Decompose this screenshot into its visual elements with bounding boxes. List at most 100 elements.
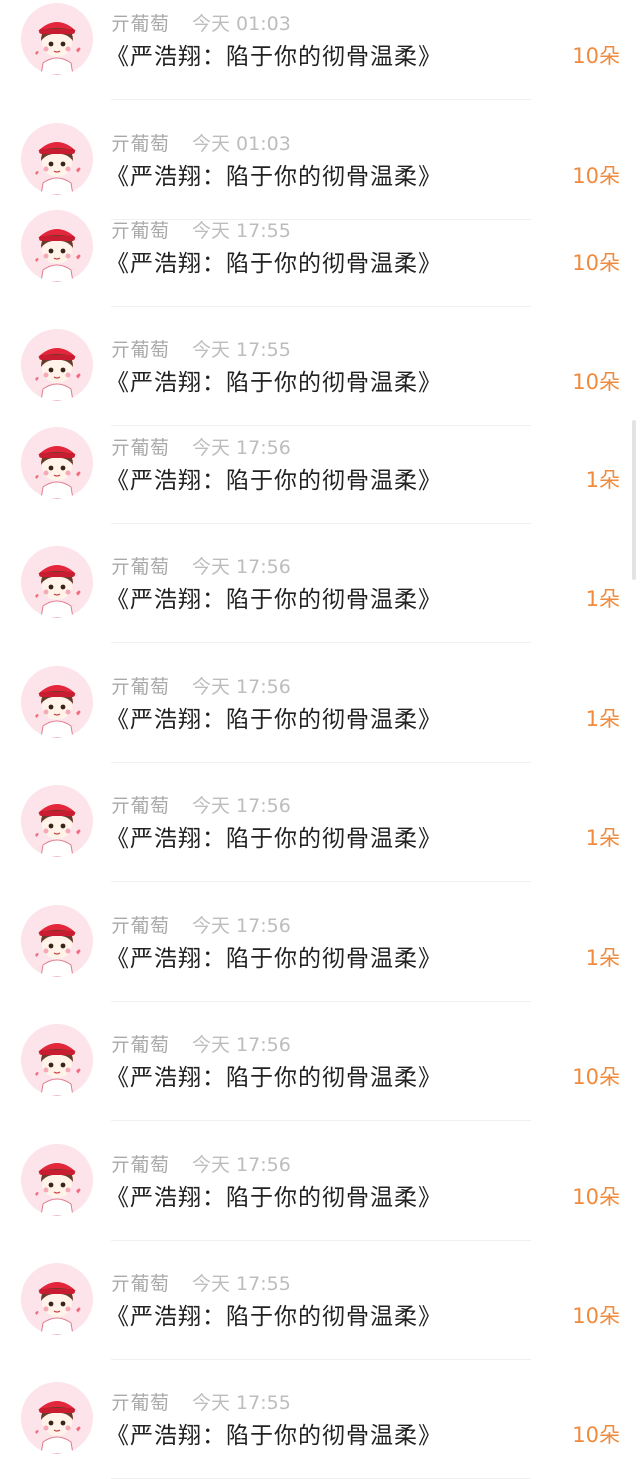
divider (111, 1359, 531, 1360)
work-title: 《严浩翔：陷于你的彻骨温柔》 (106, 1065, 442, 1091)
chibi-avatar-icon (21, 1024, 93, 1096)
gift-record-item[interactable]: 亓葡萄 今天 17:55 《严浩翔：陷于你的彻骨温柔》 10朵 (0, 204, 640, 307)
flower-amount: 10朵 (572, 164, 620, 188)
timestamp: 今天 17:56 (192, 795, 291, 817)
gift-record-item[interactable]: 亓葡萄 今天 17:55 《严浩翔：陷于你的彻骨温柔》 10朵 (0, 323, 640, 426)
sender-name: 亓葡萄 (111, 1154, 170, 1176)
chibi-avatar-icon (21, 427, 93, 499)
chibi-avatar-icon (21, 123, 93, 195)
sender-name: 亓葡萄 (111, 1392, 170, 1414)
divider (111, 881, 531, 882)
gift-record-item[interactable]: 亓葡萄 今天 17:56 《严浩翔：陷于你的彻骨温柔》 10朵 (0, 1018, 640, 1121)
sender-name: 亓葡萄 (111, 220, 170, 242)
work-title: 《严浩翔：陷于你的彻骨温柔》 (106, 1185, 442, 1211)
avatar[interactable] (21, 3, 93, 75)
sender-name: 亓葡萄 (111, 339, 170, 361)
gift-record-item[interactable]: 亓葡萄 今天 17:56 《严浩翔：陷于你的彻骨温柔》 1朵 (0, 540, 640, 643)
work-title: 《严浩翔：陷于你的彻骨温柔》 (106, 370, 442, 396)
avatar[interactable] (21, 785, 93, 857)
avatar[interactable] (21, 905, 93, 977)
timestamp: 今天 17:56 (192, 676, 291, 698)
divider (111, 1240, 531, 1241)
gift-record-item[interactable]: 亓葡萄 今天 17:55 《严浩翔：陷于你的彻骨温柔》 10朵 (0, 1376, 640, 1479)
chibi-avatar-icon (21, 3, 93, 75)
gift-record-item[interactable]: 亓葡萄 今天 01:03 《严浩翔：陷于你的彻骨温柔》 10朵 (0, 117, 640, 220)
flower-amount: 10朵 (572, 251, 620, 275)
chibi-avatar-icon (21, 905, 93, 977)
gift-record-item[interactable]: 亓葡萄 今天 17:56 《严浩翔：陷于你的彻骨温柔》 1朵 (0, 899, 640, 1002)
flower-amount: 1朵 (585, 707, 620, 731)
timestamp: 今天 17:56 (192, 1154, 291, 1176)
timestamp: 今天 17:55 (192, 339, 291, 361)
timestamp: 今天 17:56 (192, 915, 291, 937)
flower-amount: 1朵 (585, 587, 620, 611)
divider (111, 1120, 531, 1121)
flower-amount: 10朵 (572, 370, 620, 394)
flower-amount: 10朵 (572, 1423, 620, 1447)
divider (111, 762, 531, 763)
flower-amount: 10朵 (572, 1185, 620, 1209)
flower-amount: 1朵 (585, 468, 620, 492)
gift-record-item[interactable]: 亓葡萄 今天 17:56 《严浩翔：陷于你的彻骨温柔》 1朵 (0, 660, 640, 763)
timestamp: 今天 01:03 (192, 133, 291, 155)
divider (111, 523, 531, 524)
sender-name: 亓葡萄 (111, 915, 170, 937)
sender-name: 亓葡萄 (111, 437, 170, 459)
sender-name: 亓葡萄 (111, 133, 170, 155)
gift-record-item[interactable]: 亓葡萄 今天 17:56 《严浩翔：陷于你的彻骨温柔》 1朵 (0, 421, 640, 524)
gift-record-item[interactable]: 亓葡萄 今天 17:55 《严浩翔：陷于你的彻骨温柔》 10朵 (0, 1257, 640, 1360)
gift-record-item[interactable]: 亓葡萄 今天 17:56 《严浩翔：陷于你的彻骨温柔》 1朵 (0, 779, 640, 882)
timestamp: 今天 17:55 (192, 220, 291, 242)
gift-record-item[interactable]: 亓葡萄 今天 17:56 《严浩翔：陷于你的彻骨温柔》 10朵 (0, 1138, 640, 1241)
scrollbar[interactable] (632, 420, 636, 580)
timestamp: 今天 17:56 (192, 1034, 291, 1056)
divider (111, 99, 531, 100)
divider (111, 1001, 531, 1002)
avatar[interactable] (21, 1263, 93, 1335)
timestamp: 今天 01:03 (192, 13, 291, 35)
chibi-avatar-icon (21, 1263, 93, 1335)
sender-name: 亓葡萄 (111, 1273, 170, 1295)
sender-name: 亓葡萄 (111, 1034, 170, 1056)
flower-amount: 10朵 (572, 1065, 620, 1089)
sender-name: 亓葡萄 (111, 676, 170, 698)
chibi-avatar-icon (21, 546, 93, 618)
sender-name: 亓葡萄 (111, 795, 170, 817)
flower-amount: 10朵 (572, 1304, 620, 1328)
work-title: 《严浩翔：陷于你的彻骨温柔》 (106, 946, 442, 972)
work-title: 《严浩翔：陷于你的彻骨温柔》 (106, 826, 442, 852)
divider (111, 642, 531, 643)
chibi-avatar-icon (21, 785, 93, 857)
chibi-avatar-icon (21, 1382, 93, 1454)
avatar[interactable] (21, 427, 93, 499)
timestamp: 今天 17:55 (192, 1273, 291, 1295)
chibi-avatar-icon (21, 210, 93, 282)
avatar[interactable] (21, 123, 93, 195)
avatar[interactable] (21, 546, 93, 618)
work-title: 《严浩翔：陷于你的彻骨温柔》 (106, 164, 442, 190)
timestamp: 今天 17:55 (192, 1392, 291, 1414)
timestamp: 今天 17:56 (192, 437, 291, 459)
sender-name: 亓葡萄 (111, 13, 170, 35)
avatar[interactable] (21, 1144, 93, 1216)
work-title: 《严浩翔：陷于你的彻骨温柔》 (106, 707, 442, 733)
flower-amount: 10朵 (572, 44, 620, 68)
work-title: 《严浩翔：陷于你的彻骨温柔》 (106, 468, 442, 494)
avatar[interactable] (21, 329, 93, 401)
work-title: 《严浩翔：陷于你的彻骨温柔》 (106, 251, 442, 277)
work-title: 《严浩翔：陷于你的彻骨温柔》 (106, 1304, 442, 1330)
timestamp: 今天 17:56 (192, 556, 291, 578)
avatar[interactable] (21, 1382, 93, 1454)
avatar[interactable] (21, 1024, 93, 1096)
flower-amount: 1朵 (585, 826, 620, 850)
chibi-avatar-icon (21, 329, 93, 401)
chibi-avatar-icon (21, 666, 93, 738)
avatar[interactable] (21, 210, 93, 282)
work-title: 《严浩翔：陷于你的彻骨温柔》 (106, 1423, 442, 1449)
gift-record-item[interactable]: 亓葡萄 今天 01:03 《严浩翔：陷于你的彻骨温柔》 10朵 (0, 0, 640, 100)
work-title: 《严浩翔：陷于你的彻骨温柔》 (106, 587, 442, 613)
work-title: 《严浩翔：陷于你的彻骨温柔》 (106, 44, 442, 70)
flower-amount: 1朵 (585, 946, 620, 970)
avatar[interactable] (21, 666, 93, 738)
sender-name: 亓葡萄 (111, 556, 170, 578)
